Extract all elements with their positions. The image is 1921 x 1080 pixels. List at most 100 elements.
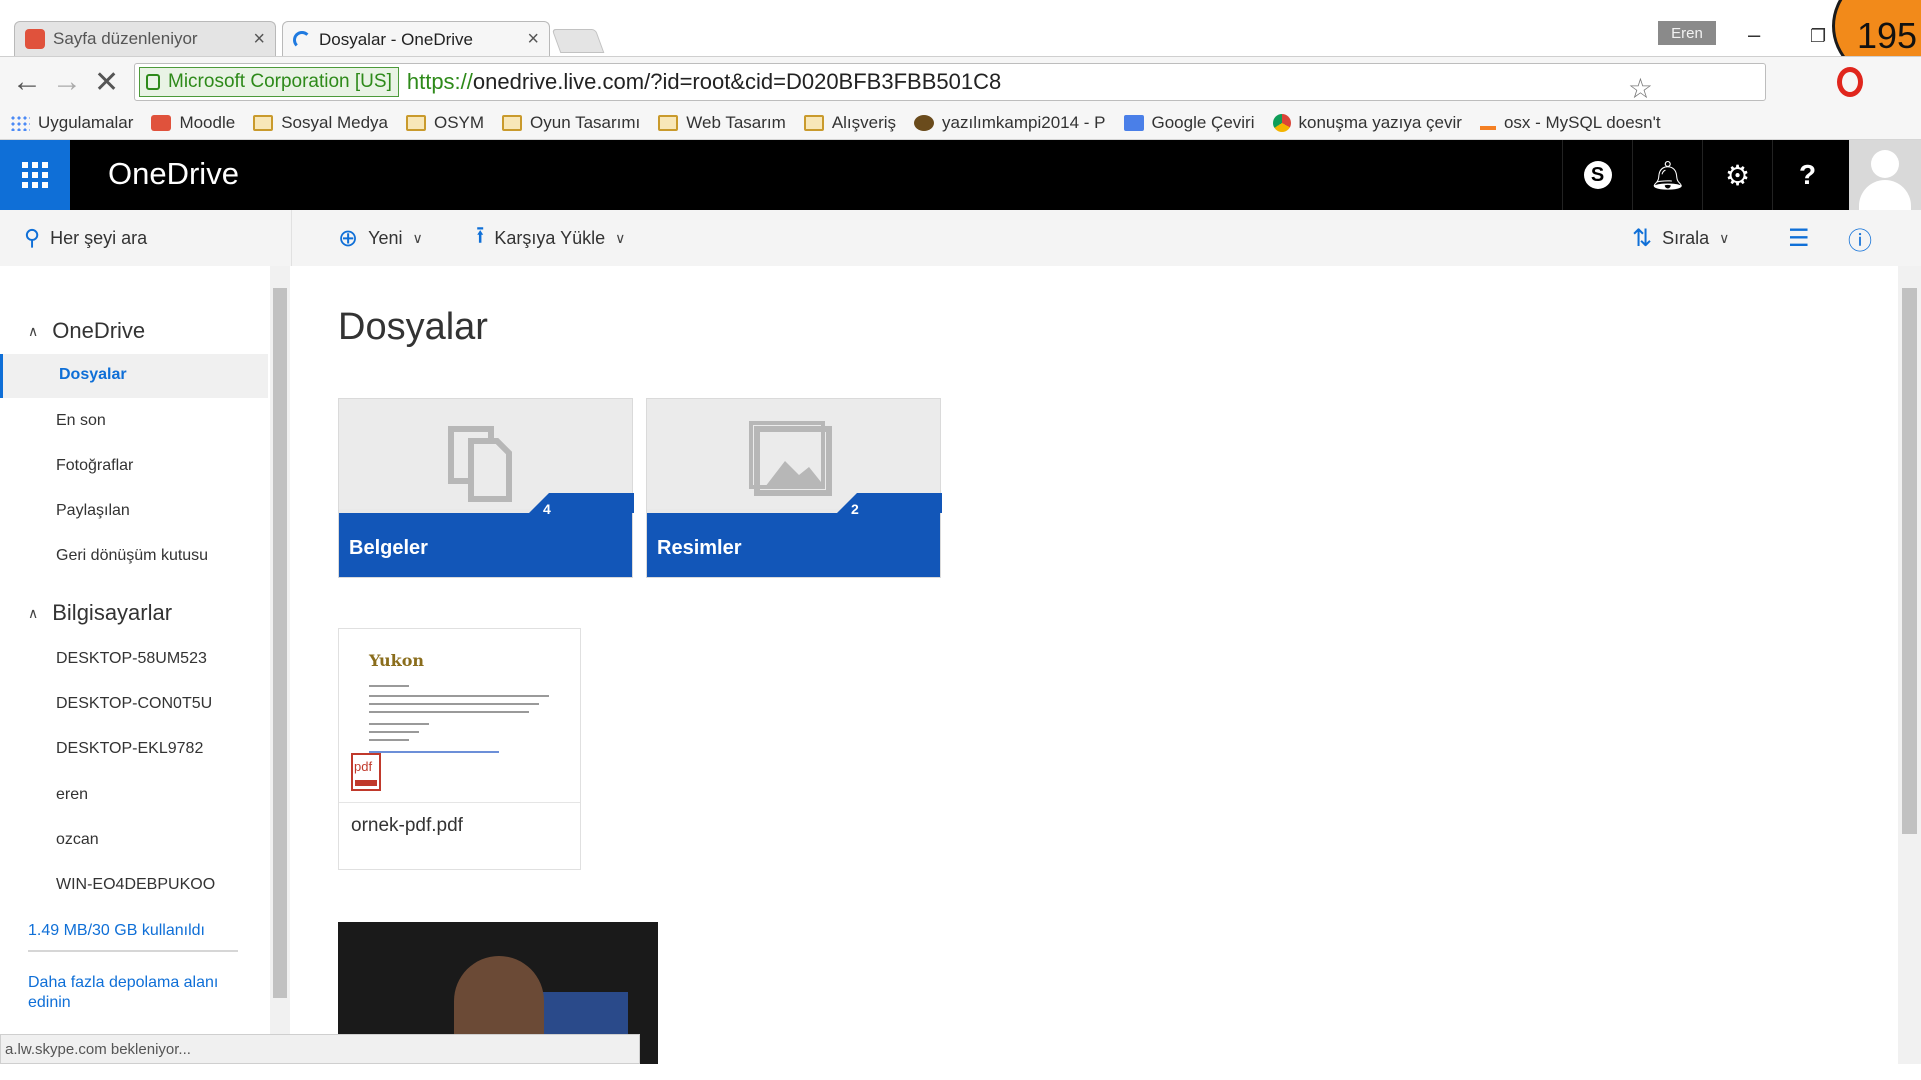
sort-button[interactable]: ⇅ Sırala ∨ (1632, 210, 1729, 266)
help-icon: ? (1798, 159, 1817, 190)
quota-divider (28, 950, 238, 952)
sidebar-scrollbar[interactable] (270, 266, 290, 1036)
chevron-down-icon: ∨ (1719, 229, 1730, 246)
app-launcher-button[interactable] (0, 140, 70, 210)
new-tab-button[interactable] (551, 29, 605, 53)
scrollbar-thumb[interactable] (1902, 288, 1917, 834)
site-icon (914, 114, 935, 131)
url-text[interactable]: https://onedrive.live.com/?id=root&cid=D… (407, 69, 1001, 95)
upload-button[interactable]: ⭱ Karşıya Yükle ∨ (476, 210, 625, 266)
bookmark-item[interactable]: Sosyal Medya (253, 113, 388, 133)
security-label: Microsoft Corporation [US] (168, 71, 392, 92)
section-onedrive[interactable]: ∧ OneDrive (28, 318, 145, 344)
page-title: Dosyalar (338, 306, 488, 348)
scrollbar-thumb[interactable] (273, 288, 287, 998)
chrome-icon (1272, 113, 1291, 132)
bookmark-item[interactable]: OSYM (405, 113, 484, 133)
settings-button[interactable]: ⚙ (1702, 140, 1772, 210)
computer-item[interactable]: DESKTOP-58UM523 (56, 650, 207, 668)
details-pane-button[interactable]: ⓘ (1848, 210, 1882, 266)
sidebar-item-paylasilan[interactable]: Paylaşılan (56, 502, 130, 520)
search-placeholder: Her şeyi ara (50, 227, 148, 248)
computer-item[interactable]: WIN-EO4DEBPUKOO (56, 876, 215, 894)
text-line (369, 685, 409, 687)
sidebar-item-en-son[interactable]: En son (56, 412, 106, 430)
restore-icon[interactable]: ❐ (1810, 26, 1826, 47)
bookmark-item[interactable]: Alışveriş (803, 113, 896, 133)
sidebar: ∧ OneDrive Dosyalar En son Fotoğraflar P… (0, 266, 292, 1036)
sidebar-item-dosyalar[interactable]: Dosyalar (0, 354, 268, 398)
folder-band: 4 Belgeler (339, 493, 634, 577)
more-storage-link-line2[interactable]: edinin (28, 994, 71, 1012)
browser-tab-active[interactable]: Dosyalar - OneDrive × (282, 21, 550, 57)
skype-button[interactable]: S (1562, 140, 1632, 210)
bookmark-item[interactable]: osx - MySQL doesn't (1479, 113, 1661, 133)
avatar[interactable] (1849, 140, 1921, 210)
loading-spinner-icon (293, 30, 311, 49)
moodle-icon (25, 29, 45, 49)
section-computers[interactable]: ∧ Bilgisayarlar (28, 600, 172, 626)
sort-icon: ⇅ (1632, 224, 1653, 252)
address-bar[interactable]: Microsoft Corporation [US] https://onedr… (134, 63, 1766, 104)
close-tab-icon[interactable]: × (253, 28, 265, 51)
search-input[interactable]: ⚲ Her şeyi ara (0, 210, 292, 266)
text-line (369, 695, 549, 697)
tab-title: Dosyalar - OneDrive (319, 29, 473, 49)
text-line (369, 723, 429, 725)
minimize-icon[interactable]: – (1748, 22, 1760, 48)
folder-tile-resimler[interactable]: 2 Resimler (646, 398, 942, 578)
sidebar-item-geri-donusum[interactable]: Geri dönüşüm kutusu (56, 547, 208, 565)
moodle-icon (151, 114, 172, 131)
bookmark-item[interactable]: Uygulamalar (10, 113, 133, 133)
bookmark-item[interactable]: Web Tasarım (658, 113, 786, 133)
computer-item[interactable]: ozcan (56, 831, 99, 849)
file-tile-pdf[interactable]: Yukon pdf ornek-pdf.pdf (338, 628, 581, 870)
computer-item[interactable]: eren (56, 786, 88, 804)
upload-icon: ⭱ (476, 221, 485, 249)
bookmark-item[interactable]: Google Çeviri (1123, 113, 1255, 133)
bookmark-item[interactable]: Moodle (151, 113, 235, 133)
profile-chip[interactable]: Eren (1658, 21, 1716, 45)
new-button[interactable]: ⊕ Yeni ∨ (338, 210, 423, 266)
bookmark-star-icon[interactable]: ☆ (1628, 72, 1653, 105)
browser-tabstrip: Sayfa düzenleniyor × Dosyalar - OneDrive… (0, 0, 1921, 82)
forward-icon[interactable]: → (52, 65, 82, 99)
stackoverflow-icon (1479, 116, 1496, 130)
text-line (369, 711, 529, 713)
text-line (369, 739, 409, 741)
avatar-body (1859, 180, 1911, 210)
folder-notch (857, 493, 942, 513)
back-icon[interactable]: ← (12, 65, 42, 99)
bookmarks-bar: Uygulamalar Moodle Sosyal Medya OSYM Oyu… (0, 106, 1921, 140)
info-icon: ⓘ (1848, 227, 1872, 255)
more-storage-link-line1[interactable]: Daha fazla depolama alanı (28, 974, 218, 992)
text-line (369, 703, 539, 705)
ev-certificate-badge[interactable]: Microsoft Corporation [US] (139, 67, 399, 97)
translate-icon (1123, 114, 1144, 131)
computer-item[interactable]: DESKTOP-EKL9782 (56, 740, 203, 758)
stop-loading-icon[interactable]: ✕ (94, 65, 119, 100)
help-button[interactable]: ? (1772, 140, 1842, 210)
sidebar-item-fotograflar[interactable]: Fotoğraflar (56, 457, 133, 475)
item-count-badge: 4 (543, 501, 551, 517)
view-toggle-button[interactable]: ☰ (1788, 210, 1820, 266)
storage-quota[interactable]: 1.49 MB/30 GB kullanıldı (28, 922, 205, 940)
slide-counter: 195 (1857, 15, 1918, 56)
folder-notch (549, 493, 634, 513)
chevron-up-icon: ∧ (28, 322, 39, 339)
bookmark-item[interactable]: yazılımkampi2014 - P (914, 113, 1106, 133)
folder-icon (658, 114, 679, 131)
skype-icon: S (1583, 161, 1612, 189)
browser-tab[interactable]: Sayfa düzenleniyor × (14, 21, 276, 56)
main-scrollbar[interactable] (1898, 266, 1921, 1064)
opera-extension-icon[interactable] (1837, 67, 1863, 97)
bookmark-item[interactable]: konuşma yazıya çevir (1272, 113, 1462, 133)
notifications-button[interactable]: 🔔︎ (1632, 140, 1702, 210)
close-tab-icon[interactable]: × (527, 28, 539, 51)
app-brand[interactable]: OneDrive (108, 156, 239, 192)
computer-item[interactable]: DESKTOP-CON0T5U (56, 695, 212, 713)
document-logo: Yukon (369, 651, 425, 670)
bookmark-item[interactable]: Oyun Tasarımı (502, 113, 640, 133)
folder-tile-belgeler[interactable]: 4 Belgeler (338, 398, 634, 578)
tab-title: Sayfa düzenleniyor (53, 29, 198, 48)
